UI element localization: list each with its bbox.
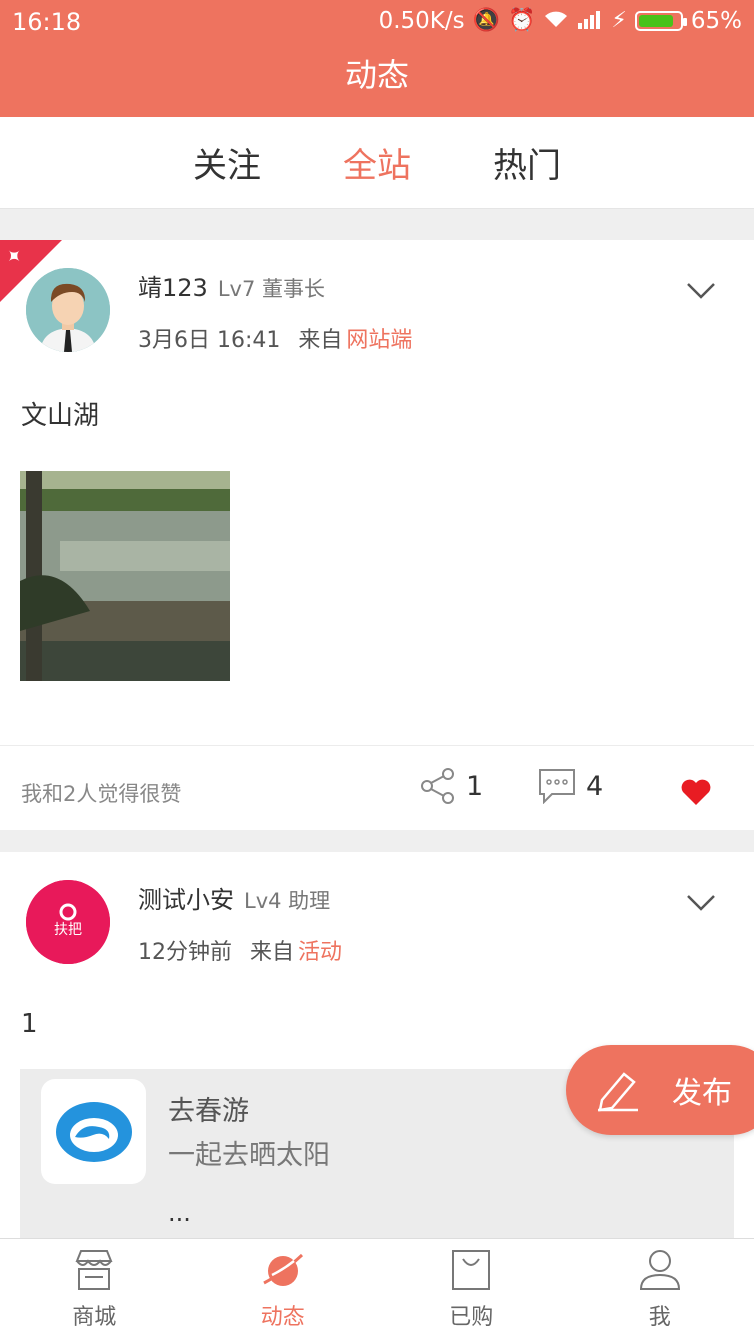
bottom-nav: 商城 动态 已购 我 xyxy=(0,1238,754,1341)
nav-me[interactable]: 我 xyxy=(566,1239,754,1341)
user-icon xyxy=(639,1250,680,1290)
nav-store[interactable]: 商城 xyxy=(0,1239,189,1341)
post-meta: 3月6日 16:41 来自 网站端 xyxy=(138,322,412,354)
activity-subtitle: 一起去晒太阳 xyxy=(168,1140,330,1171)
store-icon xyxy=(75,1250,113,1290)
comment-icon xyxy=(539,769,575,804)
tab-follow[interactable]: 关注 xyxy=(193,138,261,187)
chevron-down-icon[interactable] xyxy=(686,887,716,917)
post-source[interactable]: 网站端 xyxy=(346,328,412,353)
user-name[interactable]: 靖123 xyxy=(138,274,208,302)
page-title: 动态 xyxy=(344,56,409,94)
likes-summary[interactable]: 我和2人觉得很赞 xyxy=(21,778,181,808)
svg-text:扶把: 扶把 xyxy=(54,922,82,938)
chevron-down-icon[interactable] xyxy=(686,275,716,305)
battery-icon xyxy=(634,11,687,31)
share-icon xyxy=(421,768,454,804)
share-count: 1 xyxy=(466,770,484,802)
user-level: Lv7 董事长 xyxy=(217,277,325,301)
nav-feed[interactable]: 动态 xyxy=(189,1239,378,1341)
post-time: 12分钟前 xyxy=(138,940,232,965)
source-label: 来自 xyxy=(250,940,295,965)
charging-icon: ⚡ xyxy=(611,8,627,33)
signal-icon xyxy=(577,9,603,34)
status-time: 16:18 xyxy=(12,8,82,36)
comment-button[interactable]: 4 xyxy=(538,768,603,804)
tab-hot[interactable]: 热门 xyxy=(493,138,561,187)
pencil-icon xyxy=(598,1072,638,1112)
activity-more: ... xyxy=(168,1199,191,1227)
wifi-icon xyxy=(543,9,569,34)
share-button[interactable]: 1 xyxy=(420,768,483,804)
status-icons: 0.50K/s 🔕 ⏰ ⚡ 65% xyxy=(379,8,742,34)
post-action-bar: 我和2人觉得很赞 1 4 xyxy=(0,745,754,830)
activity-logo-icon xyxy=(41,1079,146,1184)
heart-icon[interactable] xyxy=(680,778,712,806)
feed-tabs: 关注 全站 热门 xyxy=(0,117,754,209)
network-speed: 0.50K/s xyxy=(378,8,465,34)
post-text: 文山湖 xyxy=(21,401,100,431)
user-name-line: 测试小安 Lv4 助理 xyxy=(138,880,330,915)
mute-icon: 🔕 xyxy=(472,8,501,33)
avatar[interactable]: 扶把 xyxy=(26,880,110,964)
nav-label: 已购 xyxy=(449,1305,494,1330)
nav-label: 动态 xyxy=(260,1305,305,1330)
bag-icon xyxy=(452,1250,491,1290)
post-image[interactable] xyxy=(20,471,230,681)
alarm-icon: ⏰ xyxy=(508,8,536,33)
user-level: Lv4 助理 xyxy=(244,889,331,913)
nav-purchased[interactable]: 已购 xyxy=(377,1239,566,1341)
app-header: 16:18 0.50K/s 🔕 ⏰ ⚡ 65% 动态 xyxy=(0,0,754,117)
tab-all-site[interactable]: 全站 xyxy=(343,138,411,187)
publish-button[interactable]: 发布 xyxy=(566,1045,754,1135)
post-text: 1 xyxy=(21,1009,38,1039)
user-name-line: 靖123 Lv7 董事长 xyxy=(138,268,325,303)
publish-label: 发布 xyxy=(672,1076,732,1111)
nav-label: 商城 xyxy=(72,1305,117,1330)
user-name[interactable]: 测试小安 xyxy=(138,886,234,914)
avatar[interactable] xyxy=(26,268,110,352)
post-time: 3月6日 16:41 xyxy=(138,328,281,353)
activity-title: 去春游 xyxy=(168,1096,249,1127)
post-card[interactable]: ✦ 靖123 Lv7 董事长 3月6日 16:41 来自 网站端 文山湖 我和2… xyxy=(0,240,754,830)
post-meta: 12分钟前 来自 活动 xyxy=(138,934,342,966)
nav-label: 我 xyxy=(648,1305,671,1330)
battery-percent: 65% xyxy=(690,8,742,34)
source-label: 来自 xyxy=(298,328,343,353)
comment-count: 4 xyxy=(586,770,604,802)
planet-icon xyxy=(263,1253,303,1286)
post-source[interactable]: 活动 xyxy=(298,940,342,965)
